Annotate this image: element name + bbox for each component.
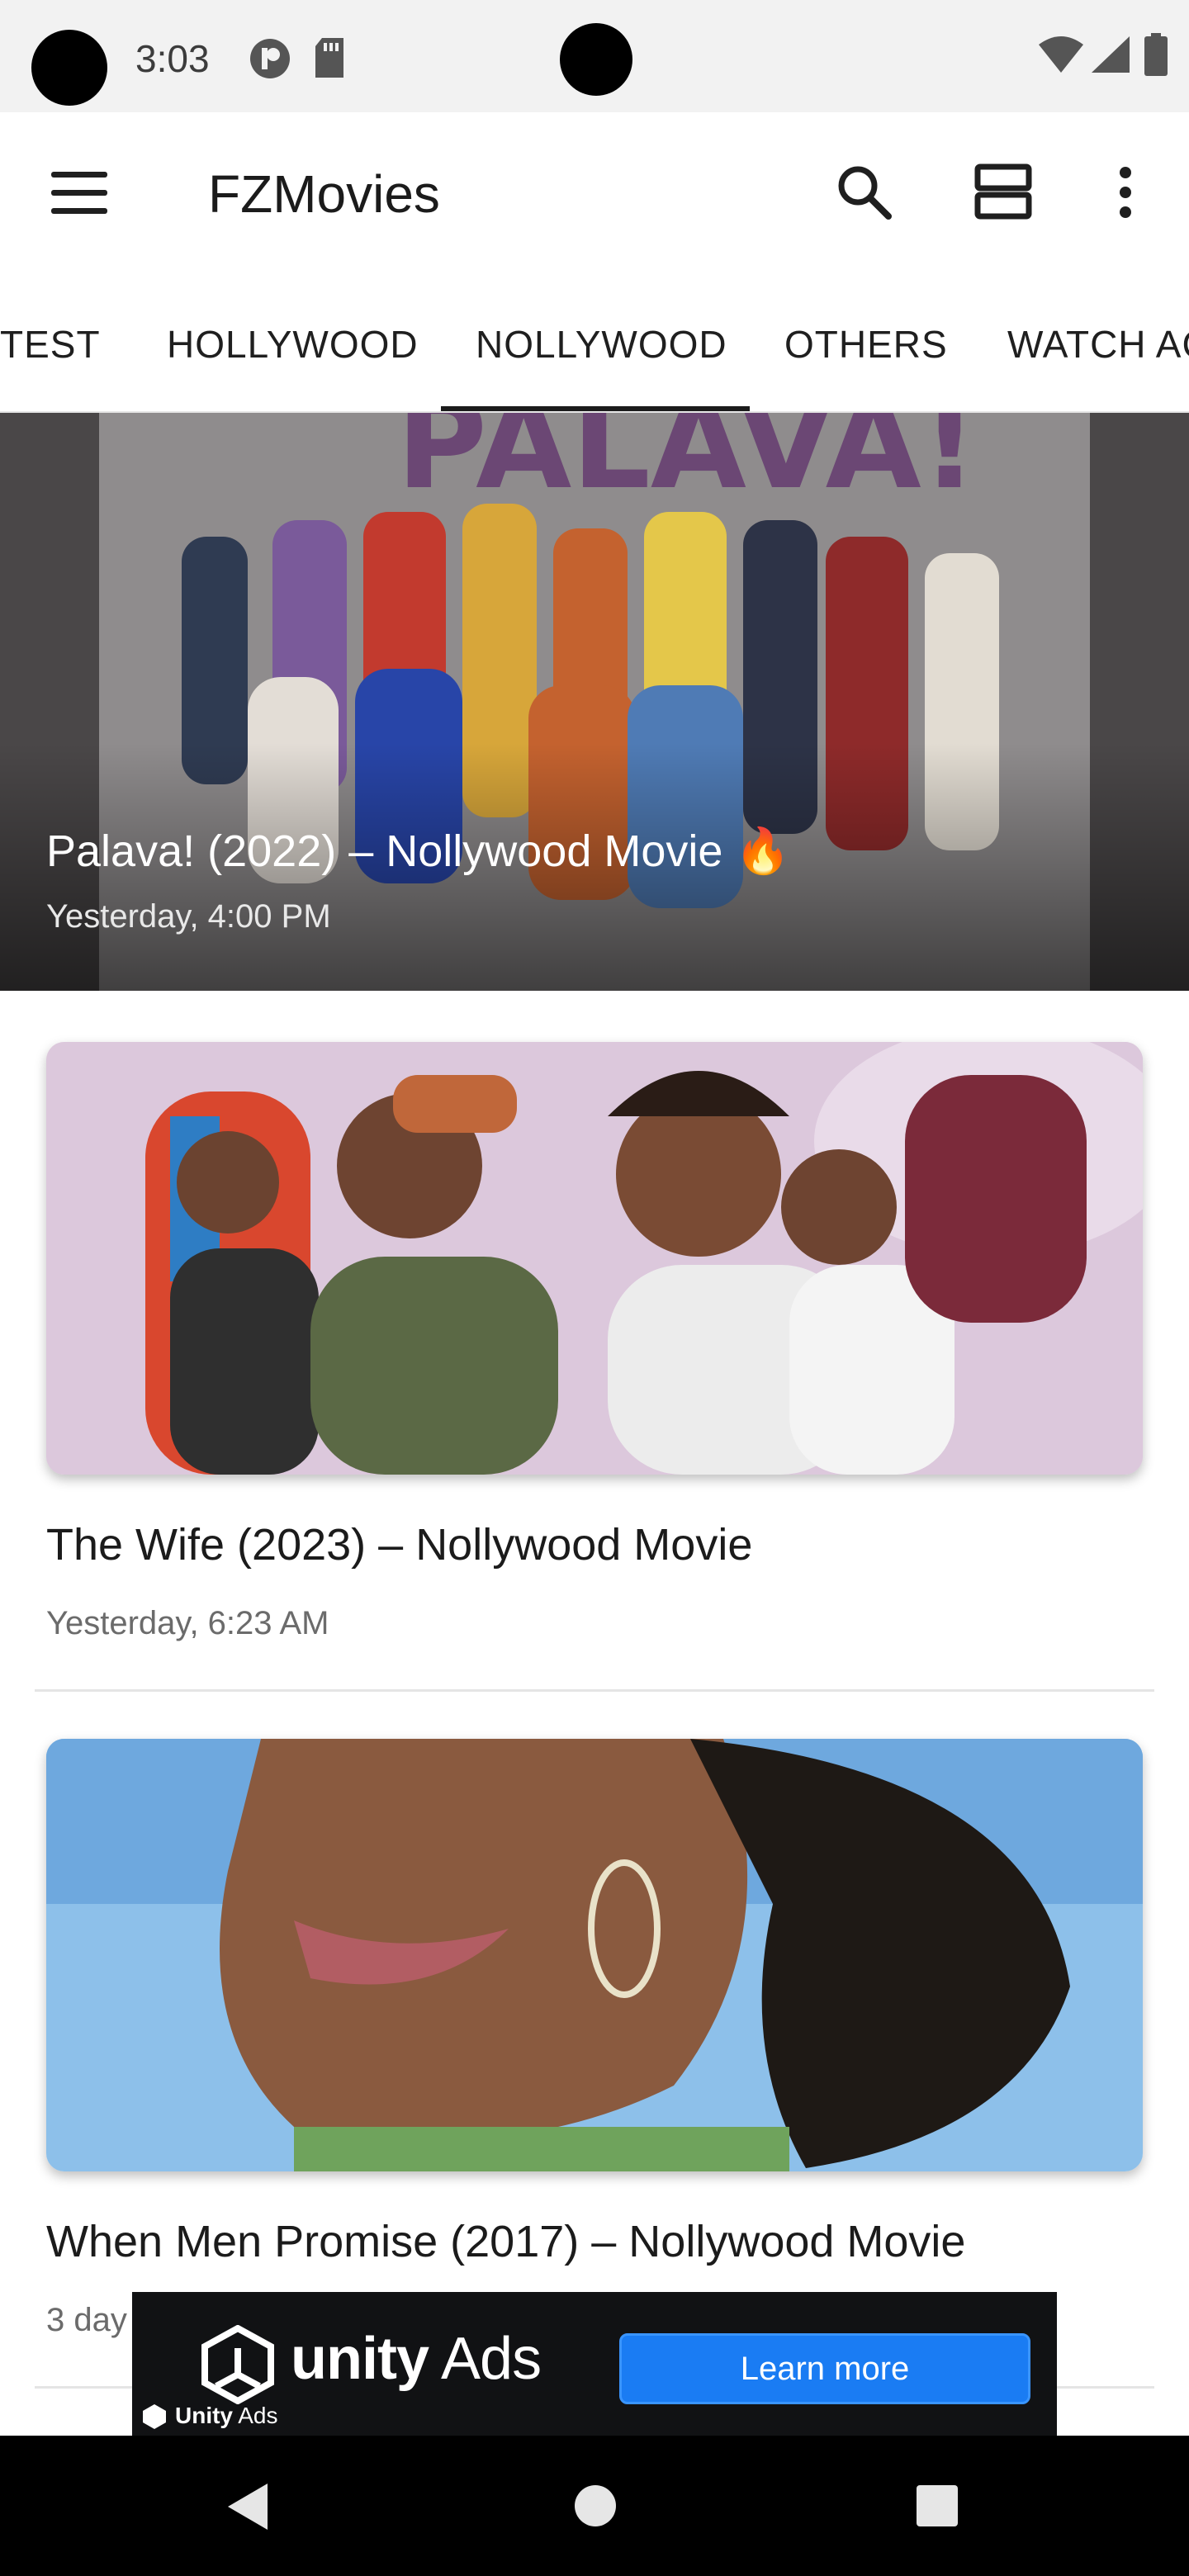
status-time: 3:03	[135, 37, 210, 80]
post-date: 3 day	[46, 2302, 127, 2338]
search-icon[interactable]	[836, 163, 893, 221]
camera-cutout	[31, 30, 107, 106]
svg-text:PALAVA!: PALAVA!	[396, 413, 978, 517]
category-tabs: TEST HOLLYWOOD NOLLYWOOD OTHERS WATCH AC	[0, 277, 1189, 413]
menu-icon[interactable]	[51, 172, 107, 215]
ad-banner[interactable]: unity Ads Learn more Unity Ads	[132, 2292, 1057, 2436]
ad-brand: unity Ads	[291, 2326, 542, 2392]
notification-app-icon	[250, 39, 290, 78]
featured-title[interactable]: Palava! (2022) – Nollywood Movie 🔥	[46, 826, 791, 878]
featured-date: Yesterday, 4:00 PM	[46, 898, 331, 935]
tab-nollywood[interactable]: NOLLYWOOD	[476, 322, 727, 367]
signal-icon	[1092, 36, 1130, 73]
view-list-icon[interactable]	[974, 163, 1032, 220]
sd-card-icon	[315, 38, 343, 78]
recents-icon[interactable]	[915, 2484, 959, 2528]
post-date: Yesterday, 6:23 AM	[46, 1605, 329, 1641]
featured-post[interactable]: PALAVA! Palava! (2022) – Nollywood Movie…	[0, 413, 1189, 991]
back-icon[interactable]	[225, 2482, 271, 2531]
status-bar: 3:03	[0, 0, 1189, 112]
home-icon[interactable]	[573, 2484, 618, 2528]
app-bar: FZMovies	[0, 112, 1189, 277]
more-options-icon[interactable]	[1113, 165, 1138, 220]
battery-icon	[1144, 33, 1168, 76]
tab-watch-again[interactable]: WATCH AC	[1007, 322, 1189, 367]
post-poster-image	[46, 1042, 1143, 1475]
wifi-icon	[1039, 36, 1083, 73]
tab-latest[interactable]: TEST	[0, 322, 101, 367]
app-title: FZMovies	[208, 164, 440, 224]
divider	[35, 1689, 1154, 1692]
system-nav-bar	[0, 2436, 1189, 2576]
ad-attribution: Unity Ads	[175, 2403, 278, 2428]
post-title[interactable]: The Wife (2023) – Nollywood Movie	[46, 1519, 752, 1570]
unity-logo-icon	[201, 2325, 274, 2404]
camera-cutout	[560, 23, 632, 96]
unity-small-logo-icon	[143, 2404, 166, 2429]
post-poster-image	[46, 1739, 1143, 2171]
tab-hollywood[interactable]: HOLLYWOOD	[167, 322, 419, 367]
post-thumbnail[interactable]	[46, 1739, 1143, 2171]
post-thumbnail[interactable]	[46, 1042, 1143, 1475]
learn-more-button[interactable]: Learn more	[619, 2333, 1030, 2404]
tab-others[interactable]: OTHERS	[784, 322, 948, 367]
tab-indicator	[441, 406, 750, 411]
post-title[interactable]: When Men Promise (2017) – Nollywood Movi…	[46, 2216, 965, 2267]
